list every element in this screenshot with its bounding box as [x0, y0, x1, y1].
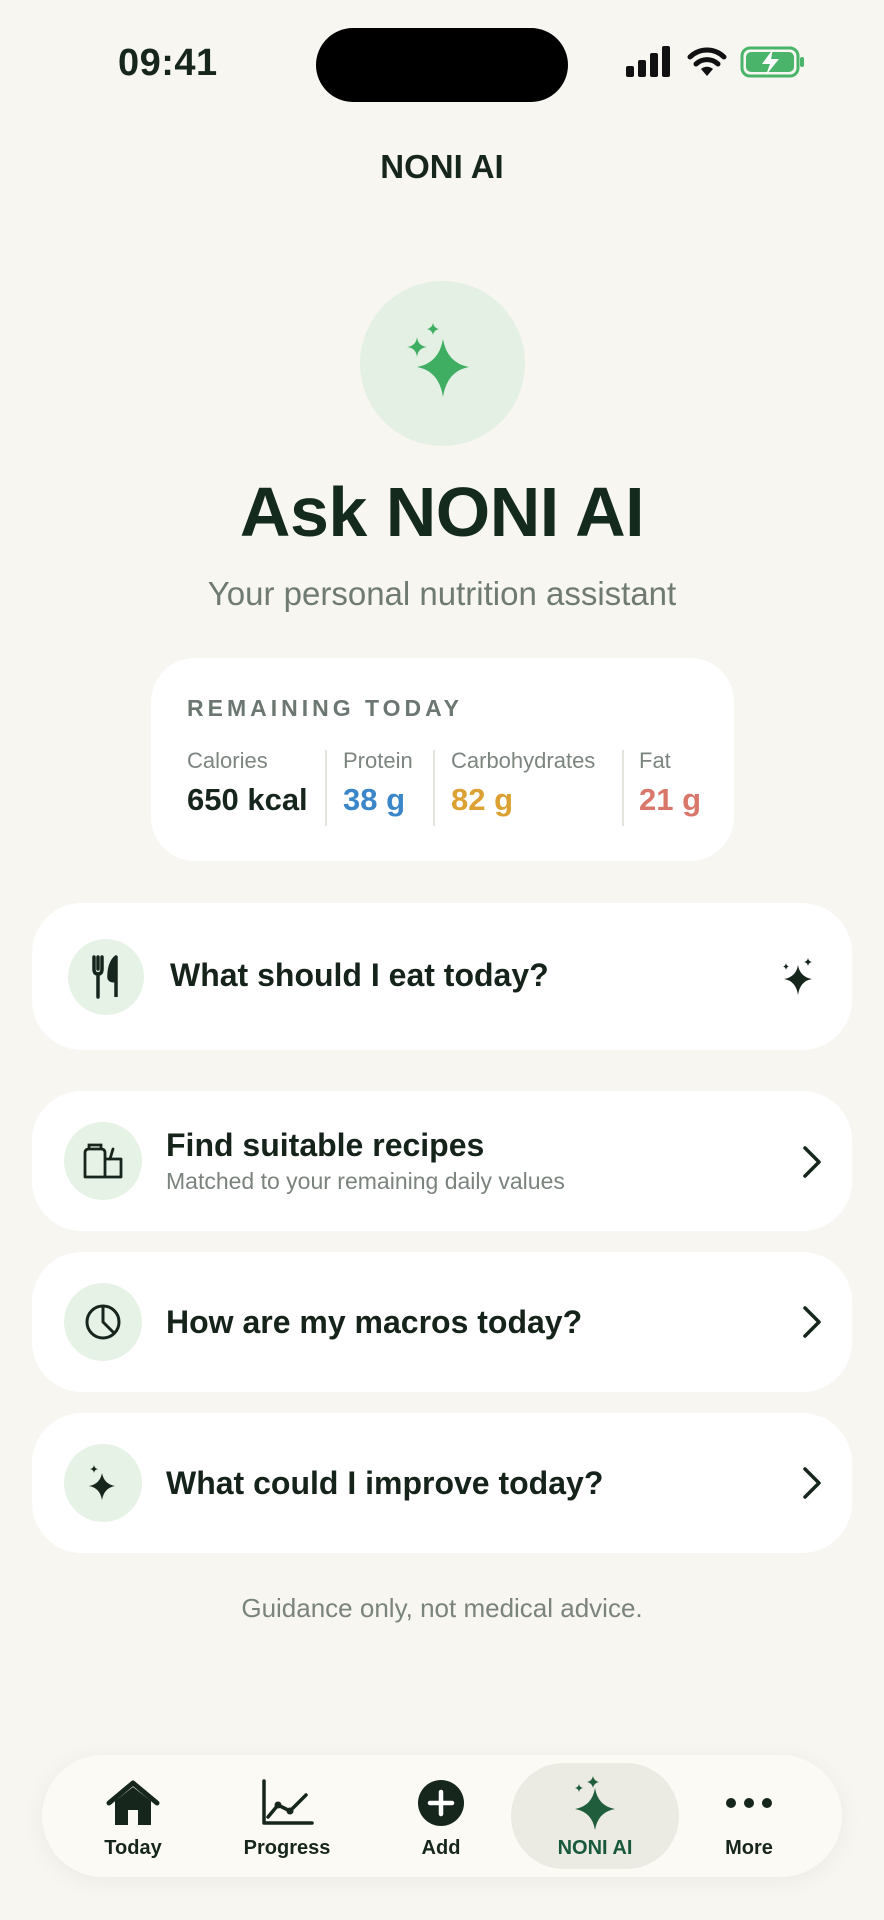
macro-label: Protein	[343, 748, 413, 773]
status-time: 09:41	[118, 42, 218, 84]
wifi-icon	[687, 47, 727, 76]
find-recipes-card[interactable]: Find suitable recipes Matched to your re…	[32, 1091, 852, 1231]
macro-value: 21 g	[639, 782, 702, 817]
fork-knife-icon	[92, 955, 118, 999]
sparkle-icon	[571, 1775, 619, 1831]
card-icon-badge	[64, 1283, 142, 1361]
card-title: What should I eat today?	[170, 957, 549, 993]
card-icon-badge	[68, 939, 144, 1015]
macros-today-card[interactable]: How are my macros today?	[32, 1252, 852, 1392]
macro-fat: Fat 21 g	[639, 748, 701, 818]
macro-label: Fat	[639, 748, 671, 773]
sparkle-icon	[89, 1465, 115, 1500]
tab-noni-ai[interactable]: NONI AI	[511, 1763, 679, 1869]
pie-chart-icon	[85, 1304, 121, 1340]
card-title: How are my macros today?	[166, 1304, 583, 1340]
signal-icon	[626, 46, 670, 77]
tab-label: Today	[104, 1837, 162, 1859]
more-icon	[725, 1775, 773, 1831]
disclaimer: Guidance only, not medical advice.	[241, 1593, 643, 1623]
chevron-right-icon	[803, 1467, 821, 1499]
macro-label: Calories	[187, 748, 268, 773]
dynamic-island	[316, 28, 568, 102]
divider	[325, 750, 327, 826]
divider	[622, 750, 624, 826]
remaining-heading: REMAINING TODAY	[187, 695, 463, 721]
tab-label: Add	[421, 1837, 461, 1859]
ask-what-to-eat-card[interactable]: What should I eat today?	[32, 903, 852, 1050]
hero-sparkle-badge	[360, 281, 525, 446]
macro-value: 82 g	[451, 782, 514, 817]
plus-circle-icon	[417, 1775, 465, 1831]
recipe-bag-icon	[83, 1143, 123, 1179]
divider	[433, 750, 435, 826]
macro-protein: Protein 38 g	[343, 748, 413, 818]
battery-icon	[740, 46, 804, 78]
macro-value: 38 g	[343, 782, 406, 817]
macro-value: 650 kcal	[187, 782, 308, 817]
macro-carbohydrates: Carbohydrates 82 g	[451, 748, 595, 818]
tab-more[interactable]: More	[674, 1763, 824, 1869]
home-icon	[105, 1775, 161, 1831]
tab-label: NONI AI	[557, 1837, 633, 1859]
tab-label: Progress	[243, 1837, 331, 1859]
card-subtitle: Matched to your remaining daily values	[166, 1168, 565, 1194]
tab-add[interactable]: Add	[366, 1763, 516, 1869]
tab-today[interactable]: Today	[58, 1763, 208, 1869]
chart-line-icon	[260, 1775, 314, 1831]
tab-progress[interactable]: Progress	[212, 1763, 362, 1869]
nav-title: NONI AI	[380, 148, 504, 185]
improve-today-card[interactable]: What could I improve today?	[32, 1413, 852, 1553]
tab-label: More	[725, 1837, 773, 1859]
card-icon-badge	[64, 1122, 142, 1200]
remaining-today-card: REMAINING TODAY Calories 650 kcal Protei…	[151, 658, 734, 861]
macro-label: Carbohydrates	[451, 748, 596, 773]
card-title: What could I improve today?	[166, 1465, 604, 1501]
sparkle-icon	[406, 322, 469, 397]
sparkle-icon	[783, 958, 812, 995]
hero-title: Ask NONI AI	[239, 473, 645, 551]
chevron-right-icon	[803, 1306, 821, 1338]
hero-subtitle: Your personal nutrition assistant	[207, 575, 677, 612]
tab-bar: Today Progress Add NONI AI More	[42, 1755, 842, 1877]
macro-calories: Calories 650 kcal	[187, 748, 308, 818]
chevron-right-icon	[803, 1146, 821, 1178]
card-icon-badge	[64, 1444, 142, 1522]
card-title: Find suitable recipes	[166, 1127, 485, 1163]
